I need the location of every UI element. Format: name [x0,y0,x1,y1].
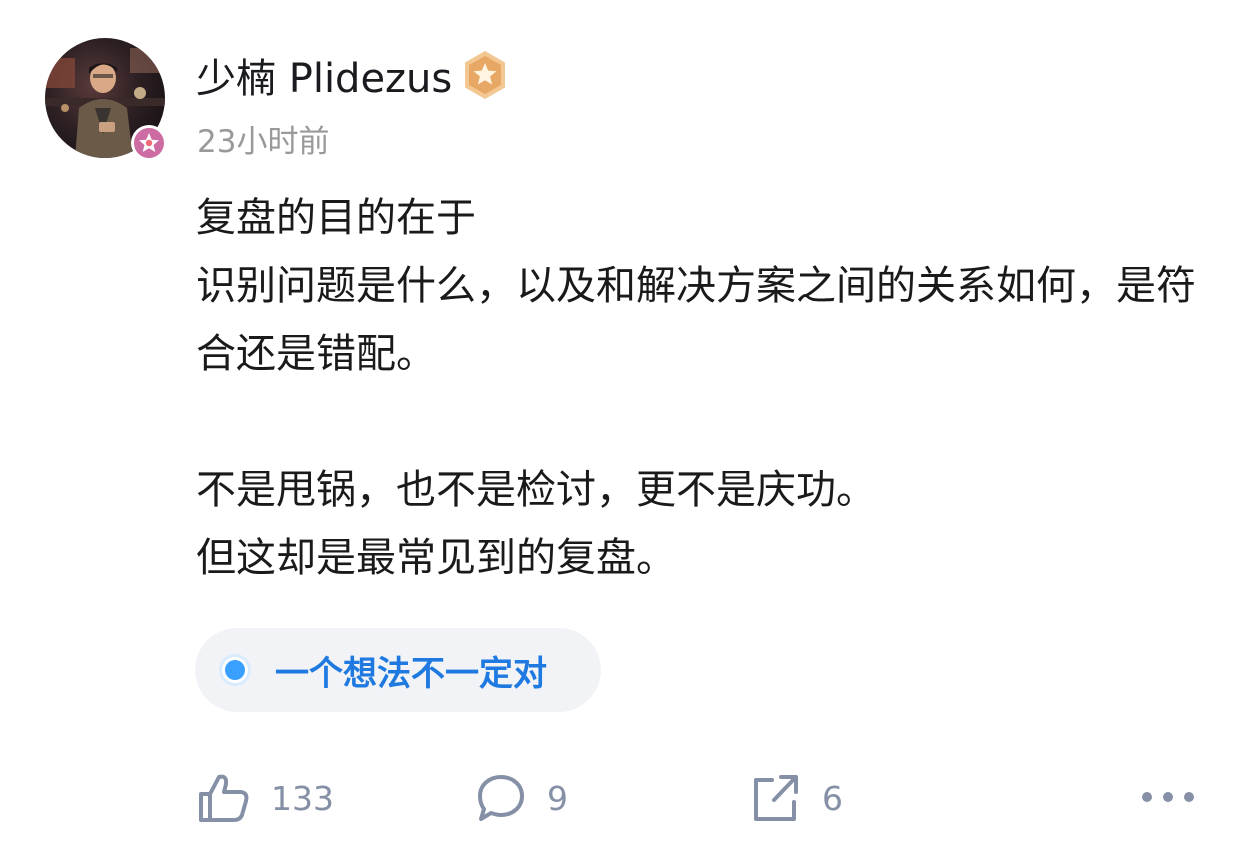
like-count: 133 [271,778,334,818]
topic-tag[interactable]: 一个想法不一定对 [195,628,601,712]
content-paragraph: 复盘的目的在于 [196,195,476,241]
author-name[interactable]: 少楠 Plidezus [196,46,452,104]
content-blank-line [196,388,1196,456]
thumbs-up-icon [199,774,249,822]
author-header: 少楠 Plidezus [196,44,510,106]
more-dots-icon[interactable] [1138,780,1198,814]
comment-bubble-icon [478,775,524,821]
post-content: 复盘的目的在于 识别问题是什么，以及和解决方案之间的关系如何，是符合还是错配。 … [196,184,1196,592]
post-card: 少楠 Plidezus 23小时前 复盘的目的在于 识别问题是什么，以及和解决方… [0,0,1241,866]
topic-label: 一个想法不一定对 [275,653,547,694]
comment-button[interactable]: 9 [475,770,568,826]
share-count: 6 [822,778,843,818]
comment-count: 9 [547,778,568,818]
post-timestamp: 23小时前 [197,124,330,160]
share-button[interactable]: 6 [750,770,843,826]
share-icon [754,775,798,821]
like-button[interactable]: 133 [197,770,334,826]
topic-circle-icon [219,654,251,686]
creator-badge-icon [131,125,167,161]
content-paragraph: 不是甩锅，也不是检讨，更不是庆功。 [196,467,876,513]
content-paragraph: 但这却是最常见到的复盘。 [196,535,676,581]
content-paragraph: 识别问题是什么，以及和解决方案之间的关系如何，是符合还是错配。 [196,263,1196,377]
star-level-badge-icon[interactable] [460,49,510,101]
